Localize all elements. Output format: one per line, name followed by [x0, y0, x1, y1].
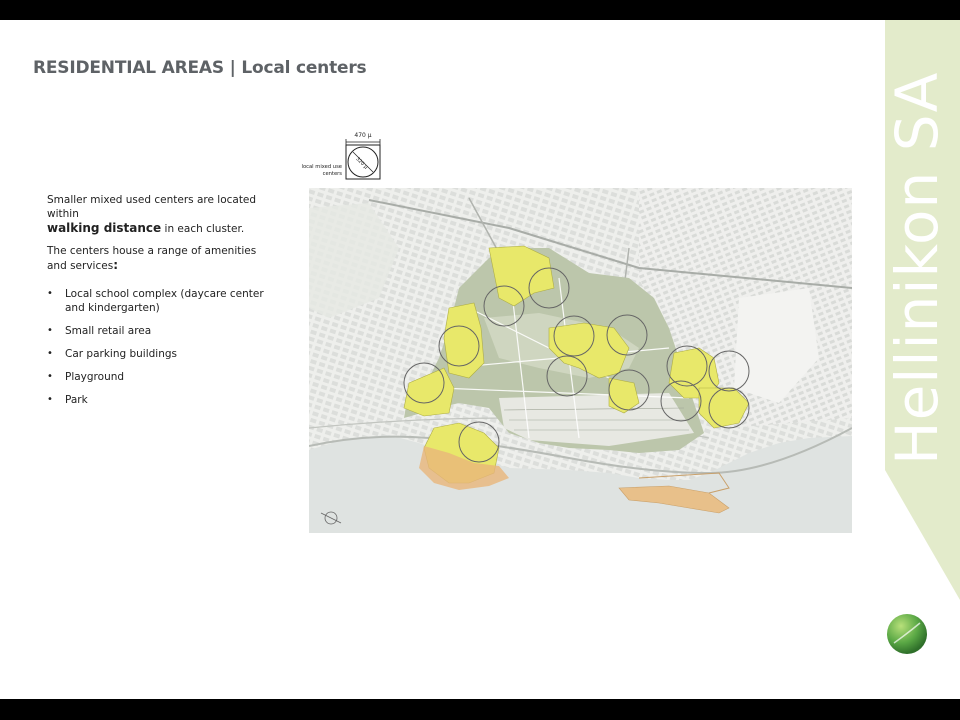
legend-diameter-label: 320 μ [354, 156, 369, 171]
amenities-intro: The centers house a range of amenities a… [47, 245, 257, 272]
legend-caption-line-1: local mixed use [302, 164, 342, 170]
brand-band: Hellinikon SA [885, 20, 960, 699]
map-legend: 470 μ 320 μ local mixed use centers [300, 125, 382, 185]
list-item: Car parking buildings [47, 347, 277, 361]
letterbox-bottom [0, 699, 960, 720]
amenities-intro-paragraph: The centers house a range of amenities a… [47, 244, 277, 273]
legend-caption-line-2: centers [323, 171, 343, 177]
intro-line-1: Smaller mixed used centers are located w… [47, 194, 257, 220]
list-item: Local school complex (daycare center and… [47, 287, 277, 315]
amenities-colon: : [113, 258, 118, 272]
list-item: Playground [47, 370, 277, 384]
intro-paragraph: Smaller mixed used centers are located w… [47, 193, 277, 236]
list-item: Small retail area [47, 324, 277, 338]
brand-logo [886, 613, 928, 655]
intro-bold: walking distance [47, 221, 162, 235]
site-plan-map [309, 188, 852, 533]
text-block: Smaller mixed used centers are located w… [47, 193, 277, 416]
slide: RESIDENTIAL AREAS | Local centers Smalle… [0, 20, 960, 699]
list-item: Park [47, 393, 277, 407]
letterbox-top [0, 0, 960, 20]
amenities-list: Local school complex (daycare center and… [47, 287, 277, 407]
legend-width-label: 470 μ [354, 132, 371, 139]
slide-title: RESIDENTIAL AREAS | Local centers [33, 58, 367, 78]
intro-line-2: in each cluster. [161, 223, 245, 235]
brand-name: Hellinikon SA [885, 72, 951, 465]
